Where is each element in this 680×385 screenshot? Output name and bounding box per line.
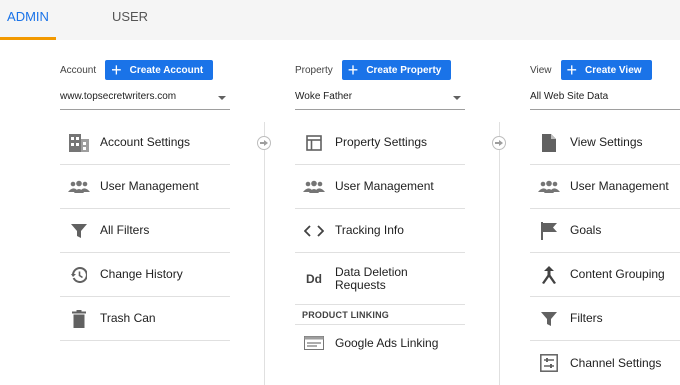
account-user-management-item[interactable]: User Management	[60, 165, 230, 209]
property-user-management-item[interactable]: User Management	[295, 165, 465, 209]
flag-icon	[538, 220, 560, 242]
goals-item[interactable]: Goals	[530, 209, 680, 253]
layout-icon	[303, 132, 325, 154]
people-icon	[538, 176, 560, 198]
all-filters-label: All Filters	[100, 223, 150, 237]
channel-settings-item[interactable]: Channel Settings	[530, 341, 680, 385]
trash-can-label: Trash Can	[100, 311, 156, 325]
history-icon	[68, 264, 90, 286]
property-label: Property	[295, 64, 333, 76]
view-selector[interactable]: All Web Site Data	[530, 90, 680, 110]
tab-user[interactable]: USER	[102, 0, 158, 40]
create-property-label: Create Property	[366, 64, 442, 76]
all-filters-item[interactable]: All Filters	[60, 209, 230, 253]
account-label: Account	[60, 64, 97, 76]
property-menu: Property Settings User Management Tracki…	[295, 121, 465, 361]
view-menu: View Settings User Management Goals Cont…	[530, 121, 680, 385]
people-icon	[303, 176, 325, 198]
create-view-button[interactable]: + Create View	[560, 60, 652, 80]
property-header: Property + Create Property	[295, 60, 452, 80]
view-selected-value: All Web Site Data	[530, 91, 609, 102]
people-icon	[68, 176, 90, 198]
property-user-management-label: User Management	[335, 179, 434, 193]
plus-icon: +	[111, 60, 122, 80]
view-user-management-label: User Management	[570, 179, 669, 193]
google-ads-linking-label: Google Ads Linking	[335, 335, 439, 350]
account-settings-item[interactable]: Account Settings	[60, 121, 230, 165]
filter-icon	[68, 220, 90, 242]
account-menu: Account Settings User Management All Fil…	[60, 121, 230, 341]
property-settings-item[interactable]: Property Settings	[295, 121, 465, 165]
account-settings-label: Account Settings	[100, 135, 191, 149]
tab-admin[interactable]: ADMIN	[0, 0, 56, 40]
channel-settings-label: Channel Settings	[570, 355, 662, 370]
change-history-item[interactable]: Change History	[60, 253, 230, 297]
column-divider	[264, 122, 265, 385]
dropdown-arrow-icon	[453, 96, 461, 100]
create-property-button[interactable]: + Create Property	[341, 60, 452, 80]
create-account-button[interactable]: + Create Account	[105, 60, 214, 80]
document-icon	[538, 132, 560, 154]
view-user-management-item[interactable]: User Management	[530, 165, 680, 209]
property-settings-label: Property Settings	[335, 135, 428, 149]
property-selector[interactable]: Woke Father	[295, 90, 465, 110]
trash-can-item[interactable]: Trash Can	[60, 297, 230, 341]
account-selected-value: www.topsecretwriters.com	[60, 91, 177, 102]
content-grouping-icon	[538, 264, 560, 286]
building-icon	[68, 132, 90, 154]
content-grouping-label: Content Grouping	[570, 267, 665, 281]
column-divider	[499, 122, 500, 385]
tracking-info-item[interactable]: Tracking Info	[295, 209, 465, 253]
filter-icon	[538, 308, 560, 330]
arrow-right-icon	[257, 136, 271, 150]
account-selector[interactable]: www.topsecretwriters.com	[60, 90, 230, 110]
channel-settings-icon	[538, 352, 560, 374]
code-icon	[303, 220, 325, 242]
view-settings-item[interactable]: View Settings	[530, 121, 680, 165]
dropdown-arrow-icon	[218, 96, 226, 100]
filters-label: Filters	[570, 311, 603, 325]
ads-linking-icon	[303, 332, 325, 354]
arrow-right-icon	[492, 136, 506, 150]
property-selected-value: Woke Father	[295, 91, 353, 102]
top-tab-bar: ADMIN USER	[0, 0, 680, 40]
data-deletion-requests-label: Data Deletion Requests	[335, 264, 408, 292]
view-label: View	[530, 64, 552, 76]
tracking-info-label: Tracking Info	[335, 223, 404, 237]
change-history-label: Change History	[100, 267, 183, 281]
data-deletion-requests-item[interactable]: Dd Data Deletion Requests	[295, 253, 465, 305]
data-deletion-icon: Dd	[306, 271, 322, 286]
create-view-label: Create View	[585, 64, 642, 76]
product-linking-heading: PRODUCT LINKING	[295, 305, 465, 325]
content-grouping-item[interactable]: Content Grouping	[530, 253, 680, 297]
goals-label: Goals	[570, 223, 602, 237]
create-account-label: Create Account	[129, 64, 204, 76]
account-user-management-label: User Management	[100, 179, 199, 193]
plus-icon: +	[347, 60, 359, 80]
view-header: View + Create View	[530, 60, 652, 80]
plus-icon: +	[566, 60, 578, 80]
account-header: Account + Create Account	[60, 60, 214, 80]
google-ads-linking-item[interactable]: Google Ads Linking	[295, 325, 465, 361]
filters-item[interactable]: Filters	[530, 297, 680, 341]
view-settings-label: View Settings	[570, 135, 643, 149]
trash-icon	[68, 308, 90, 330]
